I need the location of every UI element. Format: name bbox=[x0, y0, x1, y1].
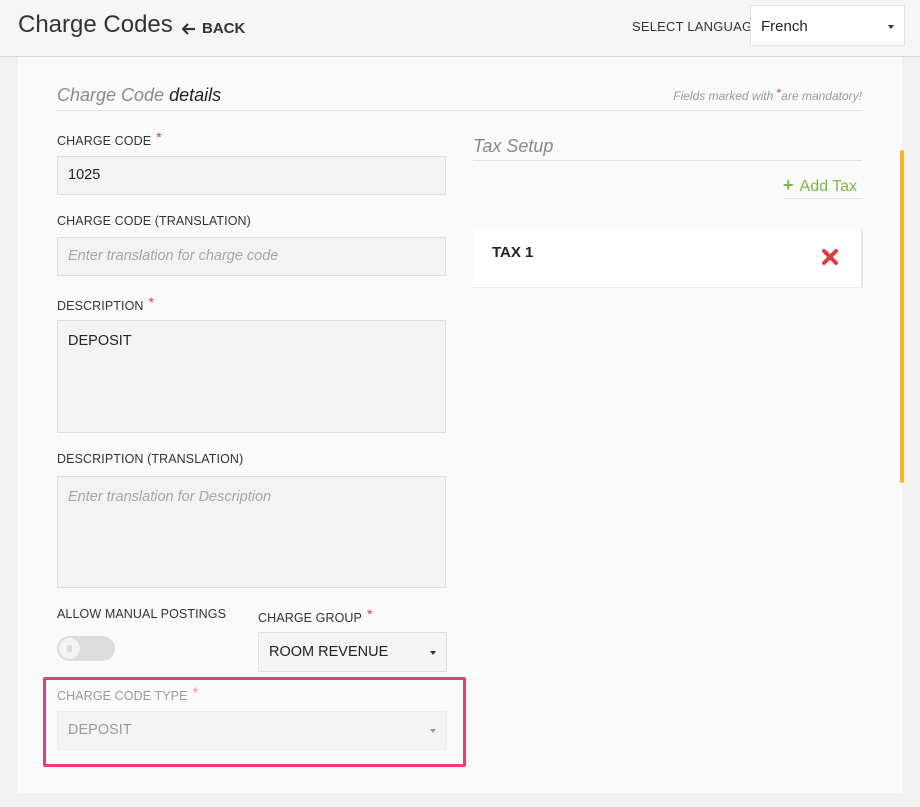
tax-item: TAX 1 bbox=[473, 229, 863, 288]
charge-code-type-label: CHARGE CODE TYPE * bbox=[57, 684, 199, 703]
required-mark: * bbox=[148, 294, 155, 310]
charge-group-value: ROOM REVENUE bbox=[269, 644, 389, 660]
divider bbox=[57, 110, 862, 111]
charge-group-select[interactable]: ROOM REVENUE bbox=[258, 632, 447, 672]
back-button[interactable]: BACK bbox=[182, 20, 245, 37]
plus-icon: + bbox=[783, 175, 794, 195]
chevron-down-icon bbox=[888, 25, 894, 29]
required-mark: * bbox=[192, 684, 199, 700]
charge-code-translation-label: CHARGE CODE (TRANSLATION) bbox=[57, 214, 251, 228]
chevron-down-icon bbox=[430, 651, 436, 655]
page-title: Charge Codes bbox=[18, 11, 173, 38]
section-title-emphasis: details bbox=[169, 85, 222, 105]
description-translation-label: DESCRIPTION (TRANSLATION) bbox=[57, 452, 244, 466]
close-icon[interactable] bbox=[821, 248, 839, 266]
arrow-left-icon bbox=[182, 22, 195, 35]
back-button-label: BACK bbox=[202, 20, 246, 37]
charge-code-label-text: CHARGE CODE bbox=[57, 134, 152, 148]
mandatory-note-post: are mandatory! bbox=[781, 89, 862, 103]
scrollbar[interactable] bbox=[900, 150, 904, 483]
add-tax-button[interactable]: + Add Tax bbox=[783, 175, 857, 196]
charge-code-translation-input[interactable]: Enter translation for charge code bbox=[57, 237, 446, 276]
divider bbox=[473, 160, 862, 161]
description-label-text: DESCRIPTION bbox=[57, 299, 144, 313]
tax-item-name: TAX 1 bbox=[492, 244, 534, 261]
description-value: DEPOSIT bbox=[68, 333, 132, 349]
toggle-knob[interactable] bbox=[59, 638, 80, 659]
page-header: Charge Codes BACK SELECT LANGUAGE French bbox=[0, 0, 920, 57]
section-title-prefix: Charge Code bbox=[57, 85, 165, 105]
description-translation-placeholder: Enter translation for Description bbox=[68, 489, 272, 505]
add-tax-label: Add Tax bbox=[799, 178, 858, 195]
mandatory-note: Fields marked with *are mandatory! bbox=[673, 86, 862, 103]
required-mark: * bbox=[367, 606, 373, 622]
charge-group-label-text: CHARGE GROUP bbox=[258, 611, 362, 625]
charge-code-value: 1025 bbox=[68, 167, 101, 183]
charge-code-label: CHARGE CODE * bbox=[57, 129, 162, 148]
description-label: DESCRIPTION * bbox=[57, 294, 155, 313]
description-translation-textarea[interactable]: Enter translation for Description bbox=[57, 476, 446, 588]
divider bbox=[783, 198, 862, 199]
select-language-label: SELECT LANGUAGE bbox=[632, 19, 762, 34]
required-mark: * bbox=[156, 129, 162, 145]
charge-code-translation-placeholder: Enter translation for charge code bbox=[68, 248, 279, 264]
language-select-value: French bbox=[761, 18, 808, 35]
charge-code-type-value: DEPOSIT bbox=[68, 722, 132, 738]
charge-code-type-label-text: CHARGE CODE TYPE bbox=[57, 689, 188, 703]
charge-group-label: CHARGE GROUP * bbox=[258, 606, 373, 625]
description-textarea[interactable]: DEPOSIT bbox=[57, 320, 446, 433]
language-select[interactable]: French bbox=[750, 5, 905, 46]
charge-code-type-select[interactable]: DEPOSIT bbox=[57, 711, 447, 750]
chevron-down-icon bbox=[430, 729, 436, 733]
allow-manual-postings-toggle[interactable] bbox=[57, 636, 115, 661]
charge-code-input[interactable]: 1025 bbox=[57, 156, 446, 195]
mandatory-note-pre: Fields marked with bbox=[673, 89, 774, 103]
section-title: Charge Code details bbox=[57, 85, 221, 106]
tax-setup-title: Tax Setup bbox=[473, 136, 554, 156]
allow-manual-postings-label: ALLOW MANUAL POSTINGS bbox=[57, 607, 227, 621]
mandatory-star: * bbox=[776, 86, 782, 100]
